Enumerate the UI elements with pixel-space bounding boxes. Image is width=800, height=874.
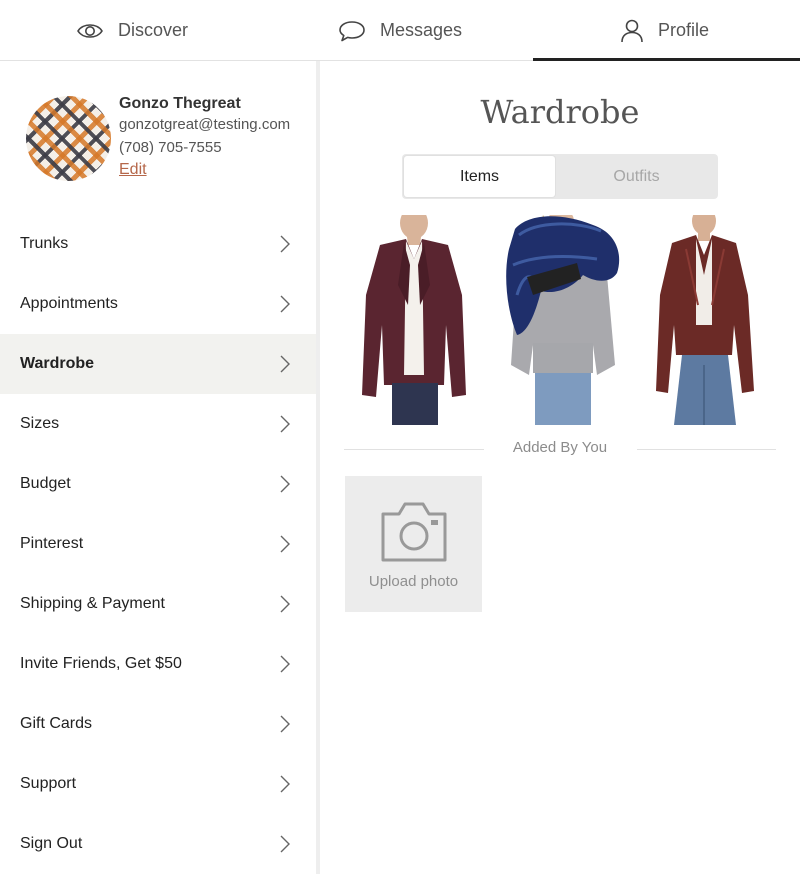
- sidebar-item-support[interactable]: Support: [0, 754, 316, 814]
- sidebar-item-label: Gift Cards: [20, 715, 93, 732]
- sidebar-item-label: Support: [20, 775, 77, 792]
- sidebar-item-label: Wardrobe: [20, 355, 95, 372]
- sidebar-item-shipping-payment[interactable]: Shipping & Payment: [0, 574, 316, 634]
- top-nav: Discover Messages Profile: [0, 0, 800, 61]
- chevron-right-icon: [280, 415, 290, 433]
- tab-discover[interactable]: Discover: [76, 0, 188, 61]
- segmented-control: Items Outfits: [402, 154, 718, 199]
- sidebar-item-label: Trunks: [20, 235, 69, 252]
- profile-name: Gonzo Thegreat: [119, 95, 241, 112]
- sidebar-item-pinterest[interactable]: Pinterest: [0, 514, 316, 574]
- sidebar-item-label: Shipping & Payment: [20, 595, 165, 612]
- wardrobe-panel: Wardrobe Items Outfits Added By You Uplo…: [320, 61, 800, 874]
- chevron-right-icon: [280, 835, 290, 853]
- sidebar-item-budget[interactable]: Budget: [0, 454, 316, 514]
- wardrobe-photos: [348, 215, 780, 425]
- sidebar-item-label: Appointments: [20, 295, 118, 312]
- sidebar-item-wardrobe[interactable]: Wardrobe: [0, 334, 316, 394]
- speech-bubble-icon: [338, 19, 366, 43]
- sidebar-item-label: Pinterest: [20, 535, 84, 552]
- person-icon: [620, 18, 644, 44]
- profile-email: gonzotgreat@testing.com: [119, 116, 291, 133]
- separator-line-right: [637, 449, 776, 450]
- navy-fur-scarf-photo[interactable]: [497, 215, 631, 425]
- sidebar: Gonzo Thegreat gonzotgreat@testing.com (…: [0, 61, 316, 874]
- upload-photo-label: Upload photo: [368, 573, 459, 590]
- chevron-right-icon: [280, 295, 290, 313]
- sidebar-item-trunks[interactable]: Trunks: [0, 214, 316, 274]
- sidebar-menu: Trunks Appointments Wardrobe Sizes Budge…: [0, 214, 316, 874]
- chevron-right-icon: [280, 775, 290, 793]
- added-by-you-label: Added By You: [512, 439, 608, 456]
- avatar[interactable]: [8, 78, 129, 199]
- chevron-right-icon: [280, 235, 290, 253]
- chevron-right-icon: [280, 535, 290, 553]
- segment-outfits[interactable]: Outfits: [557, 156, 716, 197]
- sidebar-item-gift-cards[interactable]: Gift Cards: [0, 694, 316, 754]
- tab-profile[interactable]: Profile: [620, 0, 709, 61]
- sidebar-item-label: Budget: [20, 475, 71, 492]
- burgundy-blazer-photo[interactable]: [348, 215, 482, 425]
- tab-profile-label: Profile: [658, 20, 710, 40]
- camera-icon: [381, 502, 447, 562]
- chevron-right-icon: [280, 475, 290, 493]
- eye-icon: [76, 21, 104, 41]
- burgundy-leather-jacket-photo[interactable]: [646, 215, 780, 425]
- added-by-you-separator: Added By You: [344, 439, 776, 461]
- sidebar-item-appointments[interactable]: Appointments: [0, 274, 316, 334]
- sidebar-item-label: Sign Out: [20, 835, 83, 852]
- sidebar-item-sizes[interactable]: Sizes: [0, 394, 316, 454]
- chevron-right-icon: [280, 655, 290, 673]
- upload-photo-button[interactable]: Upload photo: [345, 476, 482, 612]
- page-title: Wardrobe: [480, 93, 640, 131]
- sidebar-item-label: Sizes: [20, 415, 60, 432]
- segment-items[interactable]: Items: [404, 156, 555, 197]
- tab-messages[interactable]: Messages: [338, 0, 462, 61]
- chevron-right-icon: [280, 355, 290, 373]
- tab-discover-label: Discover: [118, 20, 189, 40]
- chevron-right-icon: [280, 715, 290, 733]
- chevron-right-icon: [280, 595, 290, 613]
- sidebar-item-invite-friends[interactable]: Invite Friends, Get $50: [0, 634, 316, 694]
- tab-messages-label: Messages: [380, 20, 463, 40]
- edit-profile-link[interactable]: Edit: [119, 161, 147, 179]
- sidebar-item-sign-out[interactable]: Sign Out: [0, 814, 316, 874]
- profile-phone: (708) 705-7555: [119, 139, 222, 156]
- sidebar-item-label: Invite Friends, Get $50: [20, 655, 182, 672]
